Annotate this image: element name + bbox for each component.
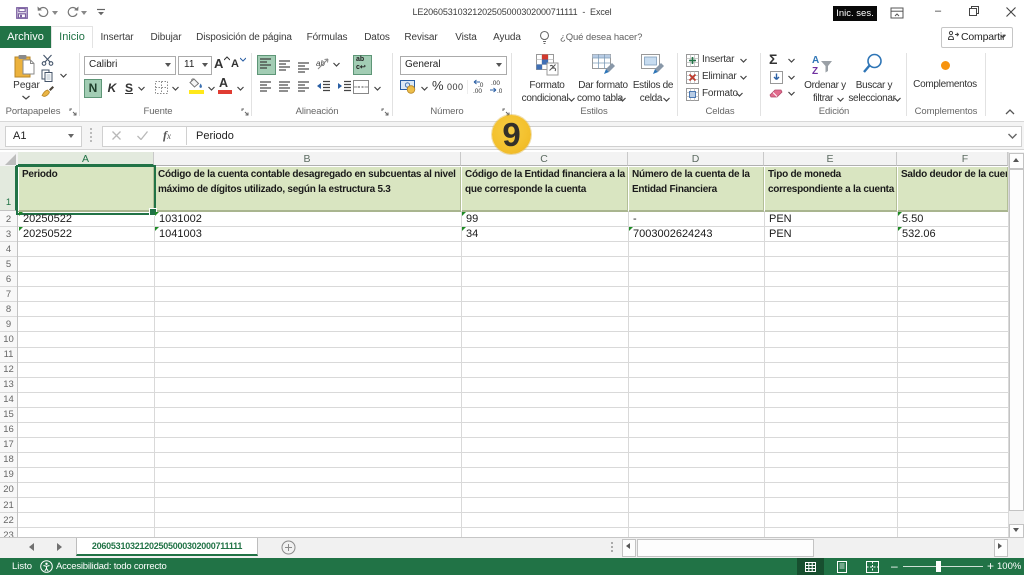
svg-text:Z: Z xyxy=(812,66,818,77)
svg-text:A: A xyxy=(812,55,819,66)
svg-text:.00: .00 xyxy=(473,88,482,94)
svg-text:.00: .00 xyxy=(491,80,500,87)
svg-text:.0: .0 xyxy=(497,88,502,94)
